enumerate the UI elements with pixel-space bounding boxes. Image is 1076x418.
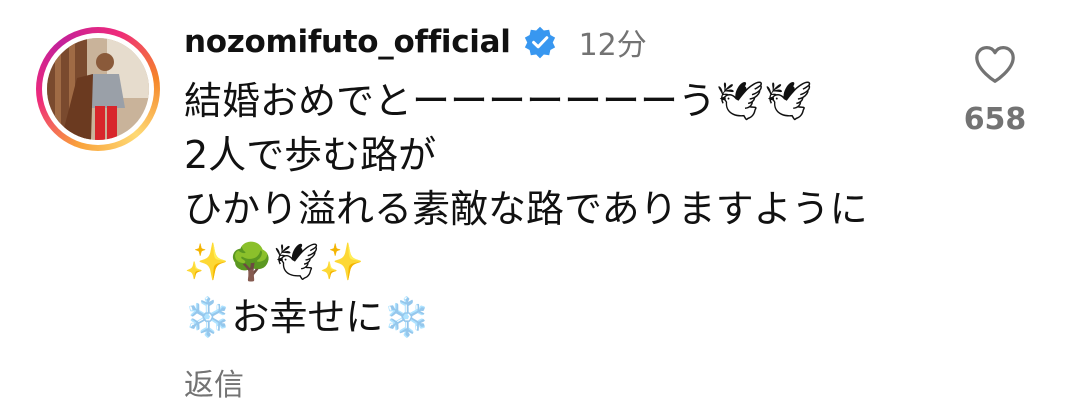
comment-timestamp: 12分	[578, 28, 647, 63]
like-button[interactable]	[950, 44, 1040, 84]
avatar-border	[42, 33, 154, 145]
comment-line: ひかり溢れる素敵な路でありますように	[184, 187, 868, 231]
comment-header: nozomifuto_official 12分	[184, 18, 647, 66]
comment-line: 2人で歩む路が	[184, 133, 437, 177]
verified-badge-icon	[523, 25, 557, 59]
like-area: 658	[950, 44, 1040, 137]
heart-outline-icon	[975, 46, 1015, 83]
comment-item: nozomifuto_official 12分 結婚おめでとーーーーーーーう🕊🕊…	[0, 0, 1076, 418]
comment-emoji-line: ✨🌳🕊✨	[184, 242, 365, 283]
reply-button[interactable]: 返信	[184, 360, 244, 404]
comment-text: 結婚おめでとーーーーーーーう🕊🕊 2人で歩む路が ひかり溢れる素敵な路であります…	[184, 74, 944, 344]
comment-line: ❄️お幸せに❄️	[184, 295, 431, 339]
username-link[interactable]: nozomifuto_official	[184, 24, 511, 60]
story-ring[interactable]	[36, 27, 160, 151]
like-count: 658	[963, 102, 1027, 137]
comment-line: 結婚おめでとーーーーーーーう🕊🕊	[184, 79, 813, 123]
profile-photo	[47, 38, 149, 140]
avatar[interactable]	[47, 38, 149, 140]
